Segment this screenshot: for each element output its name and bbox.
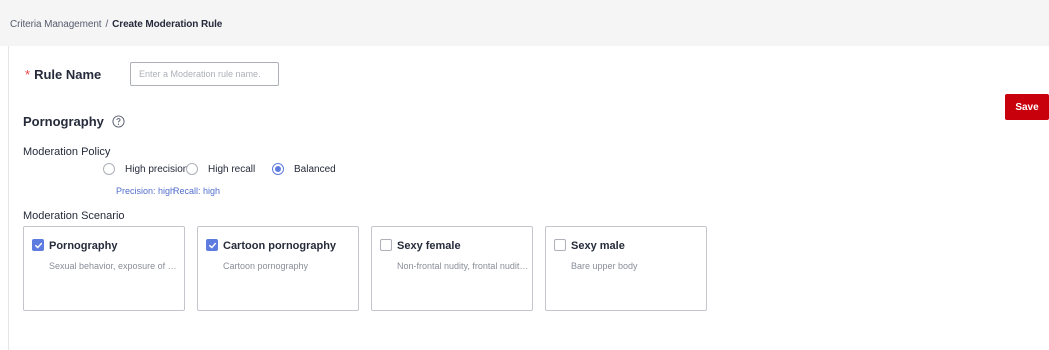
- radio-label: High precision: [125, 163, 189, 175]
- breadcrumb-bar: Criteria Management / Create Moderation Ru…: [0, 0, 1049, 46]
- rule-name-label: Rule Name: [34, 66, 102, 82]
- radio-balanced[interactable]: Balanced: [272, 163, 336, 175]
- checkbox-checked[interactable]: [206, 239, 218, 251]
- radio-circle-selected[interactable]: [272, 163, 284, 175]
- checkmark-icon: [208, 242, 216, 248]
- question-circle-icon[interactable]: [112, 115, 125, 128]
- card-description: Sexual behavior, exposure of sexual orga…: [49, 261, 181, 271]
- breadcrumb: Criteria Management / Create Moderation Ru…: [10, 19, 222, 30]
- card-description: Non-frontal nudity, frontal nudity, and …: [397, 261, 529, 271]
- scenario-card-pornography[interactable]: Pornography Sexual behavior, exposure of…: [23, 226, 185, 311]
- content-left-divider: [8, 46, 9, 350]
- precision-hint: Precision: high: [116, 186, 176, 196]
- radio-high-recall[interactable]: High recall: [186, 163, 255, 175]
- required-mark: *: [25, 66, 31, 82]
- checkbox-checked[interactable]: [32, 239, 44, 251]
- card-title: Sexy female: [397, 240, 461, 252]
- recall-hint: Recall: high: [173, 186, 221, 196]
- card-title: Pornography: [49, 240, 118, 252]
- checkbox-unchecked[interactable]: [554, 239, 566, 251]
- radio-circle[interactable]: [103, 163, 115, 175]
- radio-circle[interactable]: [186, 163, 198, 175]
- card-title: Cartoon pornography: [223, 240, 337, 252]
- save-button[interactable]: Save: [1005, 94, 1049, 120]
- section-title: Pornography: [23, 114, 104, 129]
- card-description: Bare upper body: [571, 261, 638, 271]
- checkmark-icon: [34, 242, 42, 248]
- rule-name-input[interactable]: [130, 62, 279, 86]
- card-description: Cartoon pornography: [223, 261, 309, 271]
- scenario-card-sexy-male[interactable]: Sexy male Bare upper body: [545, 226, 707, 311]
- moderation-policy-label: Moderation Policy: [23, 146, 111, 158]
- radio-label: Balanced: [294, 163, 336, 175]
- section-header: Pornography: [23, 114, 125, 129]
- scenario-card-cartoon-pornography[interactable]: Cartoon pornography Cartoon pornography: [197, 226, 359, 311]
- radio-label: High recall: [208, 163, 256, 175]
- breadcrumb-link-criteria-management[interactable]: Criteria Management: [10, 19, 102, 30]
- moderation-scenario-label: Moderation Scenario: [23, 210, 125, 222]
- rule-name-label-group: * Rule Name: [25, 62, 101, 86]
- scenario-card-sexy-female[interactable]: Sexy female Non-frontal nudity, frontal …: [371, 226, 533, 311]
- checkbox-unchecked[interactable]: [380, 239, 392, 251]
- breadcrumb-current: Create Moderation Rule: [112, 19, 223, 30]
- card-title: Sexy male: [571, 240, 625, 252]
- breadcrumb-separator: /: [105, 19, 109, 30]
- radio-high-precision[interactable]: High precision: [103, 163, 188, 175]
